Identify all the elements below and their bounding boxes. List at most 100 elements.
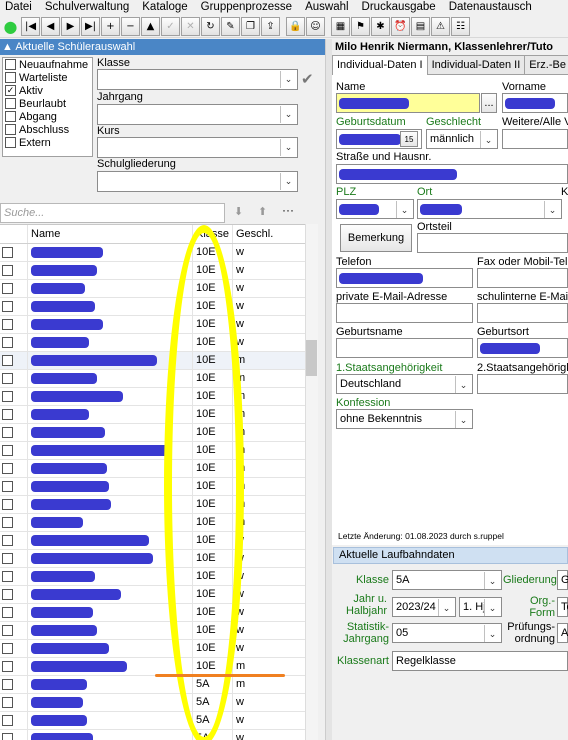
row-checkbox[interactable] bbox=[2, 319, 13, 330]
row-checkbox[interactable] bbox=[2, 733, 13, 740]
row-checkbox[interactable] bbox=[2, 463, 13, 474]
weitere-vornamen-field[interactable] bbox=[502, 129, 568, 149]
menu-gruppenprozesse[interactable]: Gruppenprozesse bbox=[196, 0, 300, 16]
checkbox[interactable] bbox=[5, 124, 16, 135]
menu-datenaustausch[interactable]: Datenaustausch bbox=[444, 0, 540, 16]
tab-individual-daten-ii[interactable]: Individual-Daten II bbox=[426, 55, 526, 74]
lb-pruefung-select[interactable]: A bbox=[557, 623, 568, 643]
kurs-filter-select[interactable]: ⌄ bbox=[97, 137, 298, 158]
table-row[interactable]: 10E m bbox=[0, 370, 305, 388]
geburtsname-field[interactable] bbox=[336, 338, 473, 358]
calendar-icon[interactable]: ▤ bbox=[411, 17, 430, 36]
table-row[interactable]: 10E m bbox=[0, 388, 305, 406]
row-checkbox[interactable] bbox=[2, 697, 13, 708]
table-row[interactable]: 10E w bbox=[0, 316, 305, 334]
row-checkbox[interactable] bbox=[2, 607, 13, 618]
row-checkbox[interactable] bbox=[2, 589, 13, 600]
telefon-field[interactable] bbox=[336, 268, 473, 288]
column-geschlecht[interactable]: Geschl. bbox=[233, 225, 293, 243]
warning-icon[interactable]: ⚠ bbox=[431, 17, 450, 36]
name-field[interactable] bbox=[336, 93, 480, 113]
lb-jahr-select[interactable]: 2023/24 ⌄ bbox=[392, 597, 456, 617]
checkbox[interactable] bbox=[5, 72, 16, 83]
table-row[interactable]: 5A w bbox=[0, 712, 305, 730]
row-checkbox[interactable] bbox=[2, 391, 13, 402]
table-row[interactable]: 10E m bbox=[0, 406, 305, 424]
table-row[interactable]: 10E m bbox=[0, 478, 305, 496]
checkbox[interactable] bbox=[5, 111, 16, 122]
row-checkbox[interactable] bbox=[2, 571, 13, 582]
apply-check-icon[interactable]: ✔ bbox=[301, 70, 314, 88]
klasse-filter-select[interactable]: ⌄ bbox=[97, 69, 298, 90]
row-checkbox[interactable] bbox=[2, 481, 13, 492]
geburtsort-field[interactable] bbox=[477, 338, 568, 358]
report-icon[interactable]: ▦ bbox=[331, 17, 350, 36]
table-row[interactable]: 10E w bbox=[0, 550, 305, 568]
search-input[interactable]: Suche... bbox=[0, 203, 225, 223]
status-checkbox-abschluss[interactable]: Abschluss bbox=[3, 123, 92, 136]
row-checkbox[interactable] bbox=[2, 679, 13, 690]
lb-klassenart-field[interactable]: Regelklasse bbox=[392, 651, 568, 671]
table-row[interactable]: 10E w bbox=[0, 298, 305, 316]
next-record-icon[interactable]: ▶ bbox=[61, 17, 80, 36]
row-checkbox[interactable] bbox=[2, 445, 13, 456]
row-checkbox[interactable] bbox=[2, 553, 13, 564]
row-checkbox[interactable] bbox=[2, 715, 13, 726]
row-checkbox[interactable] bbox=[2, 355, 13, 366]
staat1-select[interactable]: Deutschland ⌄ bbox=[336, 374, 473, 394]
menu-schulverwaltung[interactable]: Schulverwaltung bbox=[40, 0, 137, 16]
table-row[interactable]: 5A w bbox=[0, 730, 305, 740]
row-checkbox[interactable] bbox=[2, 625, 13, 636]
geschlecht-select[interactable]: männlich ⌄ bbox=[426, 129, 498, 149]
tab-erz-be[interactable]: Erz.-Be bbox=[524, 55, 568, 74]
chevron-down-icon[interactable]: ⌄ bbox=[484, 572, 500, 589]
vorname-field[interactable] bbox=[502, 93, 568, 113]
status-green-icon[interactable]: ● bbox=[1, 17, 20, 36]
row-checkbox[interactable] bbox=[2, 301, 13, 312]
chevron-down-icon[interactable]: ⌄ bbox=[455, 411, 471, 428]
konfession-select[interactable]: ohne Bekenntnis ⌄ bbox=[336, 409, 473, 429]
checkbox[interactable]: ✓ bbox=[5, 85, 16, 96]
table-row[interactable]: 10E m bbox=[0, 352, 305, 370]
menu-datei[interactable]: Datei bbox=[0, 0, 40, 16]
strasse-field[interactable] bbox=[336, 164, 568, 184]
add-icon[interactable]: + bbox=[101, 17, 120, 36]
chevron-down-icon[interactable]: ⌄ bbox=[438, 599, 454, 616]
lb-gliederung-select[interactable]: G bbox=[557, 570, 568, 590]
table-row[interactable]: 5A m bbox=[0, 676, 305, 694]
tab-individual-daten-i[interactable]: Individual-Daten I bbox=[332, 55, 428, 75]
row-checkbox[interactable] bbox=[2, 427, 13, 438]
calendar-icon[interactable]: 15 bbox=[400, 131, 418, 147]
table-row[interactable]: 5A w bbox=[0, 694, 305, 712]
first-record-icon[interactable]: |◀ bbox=[21, 17, 40, 36]
chevron-down-icon[interactable]: ⌄ bbox=[484, 599, 500, 616]
splitter[interactable] bbox=[325, 39, 332, 740]
staat2-select[interactable] bbox=[477, 374, 568, 394]
lb-statistik-select[interactable]: 05 ⌄ bbox=[392, 623, 502, 643]
user-icon[interactable]: ☺ bbox=[306, 17, 325, 36]
more-options-icon[interactable]: ··· bbox=[282, 203, 294, 217]
delete-icon[interactable]: − bbox=[121, 17, 140, 36]
lb-halbjahr-select[interactable]: 1. Hj ⌄ bbox=[459, 597, 502, 617]
chevron-down-icon[interactable]: ⌄ bbox=[480, 131, 496, 148]
menu-druckausgabe[interactable]: Druckausgabe bbox=[357, 0, 444, 16]
chevron-down-icon[interactable]: ⌄ bbox=[280, 106, 296, 123]
filter-icon[interactable]: ⚑ bbox=[351, 17, 370, 36]
menu-auswahl[interactable]: Auswahl bbox=[300, 0, 356, 16]
row-checkbox[interactable] bbox=[2, 643, 13, 654]
sort-up-icon[interactable]: ⬆ bbox=[258, 205, 267, 218]
email-private-field[interactable] bbox=[336, 303, 473, 323]
table-row[interactable]: 10E m bbox=[0, 496, 305, 514]
status-checkbox-warteliste[interactable]: Warteliste bbox=[3, 71, 92, 84]
ort-select[interactable]: ⌄ bbox=[417, 199, 562, 219]
grid-scroll-thumb[interactable] bbox=[306, 340, 317, 376]
bemerkung-button[interactable]: Bemerkung bbox=[340, 224, 412, 252]
grid-scrollbar[interactable] bbox=[305, 224, 318, 740]
cancel-icon[interactable]: ✕ bbox=[181, 17, 200, 36]
last-record-icon[interactable]: ▶| bbox=[81, 17, 100, 36]
table-row[interactable]: 10E m bbox=[0, 442, 305, 460]
chevron-down-icon[interactable]: ⌄ bbox=[484, 625, 500, 642]
schulgliederung-filter-select[interactable]: ⌄ bbox=[97, 171, 298, 192]
table-row[interactable]: 10E m bbox=[0, 460, 305, 478]
row-checkbox[interactable] bbox=[2, 499, 13, 510]
